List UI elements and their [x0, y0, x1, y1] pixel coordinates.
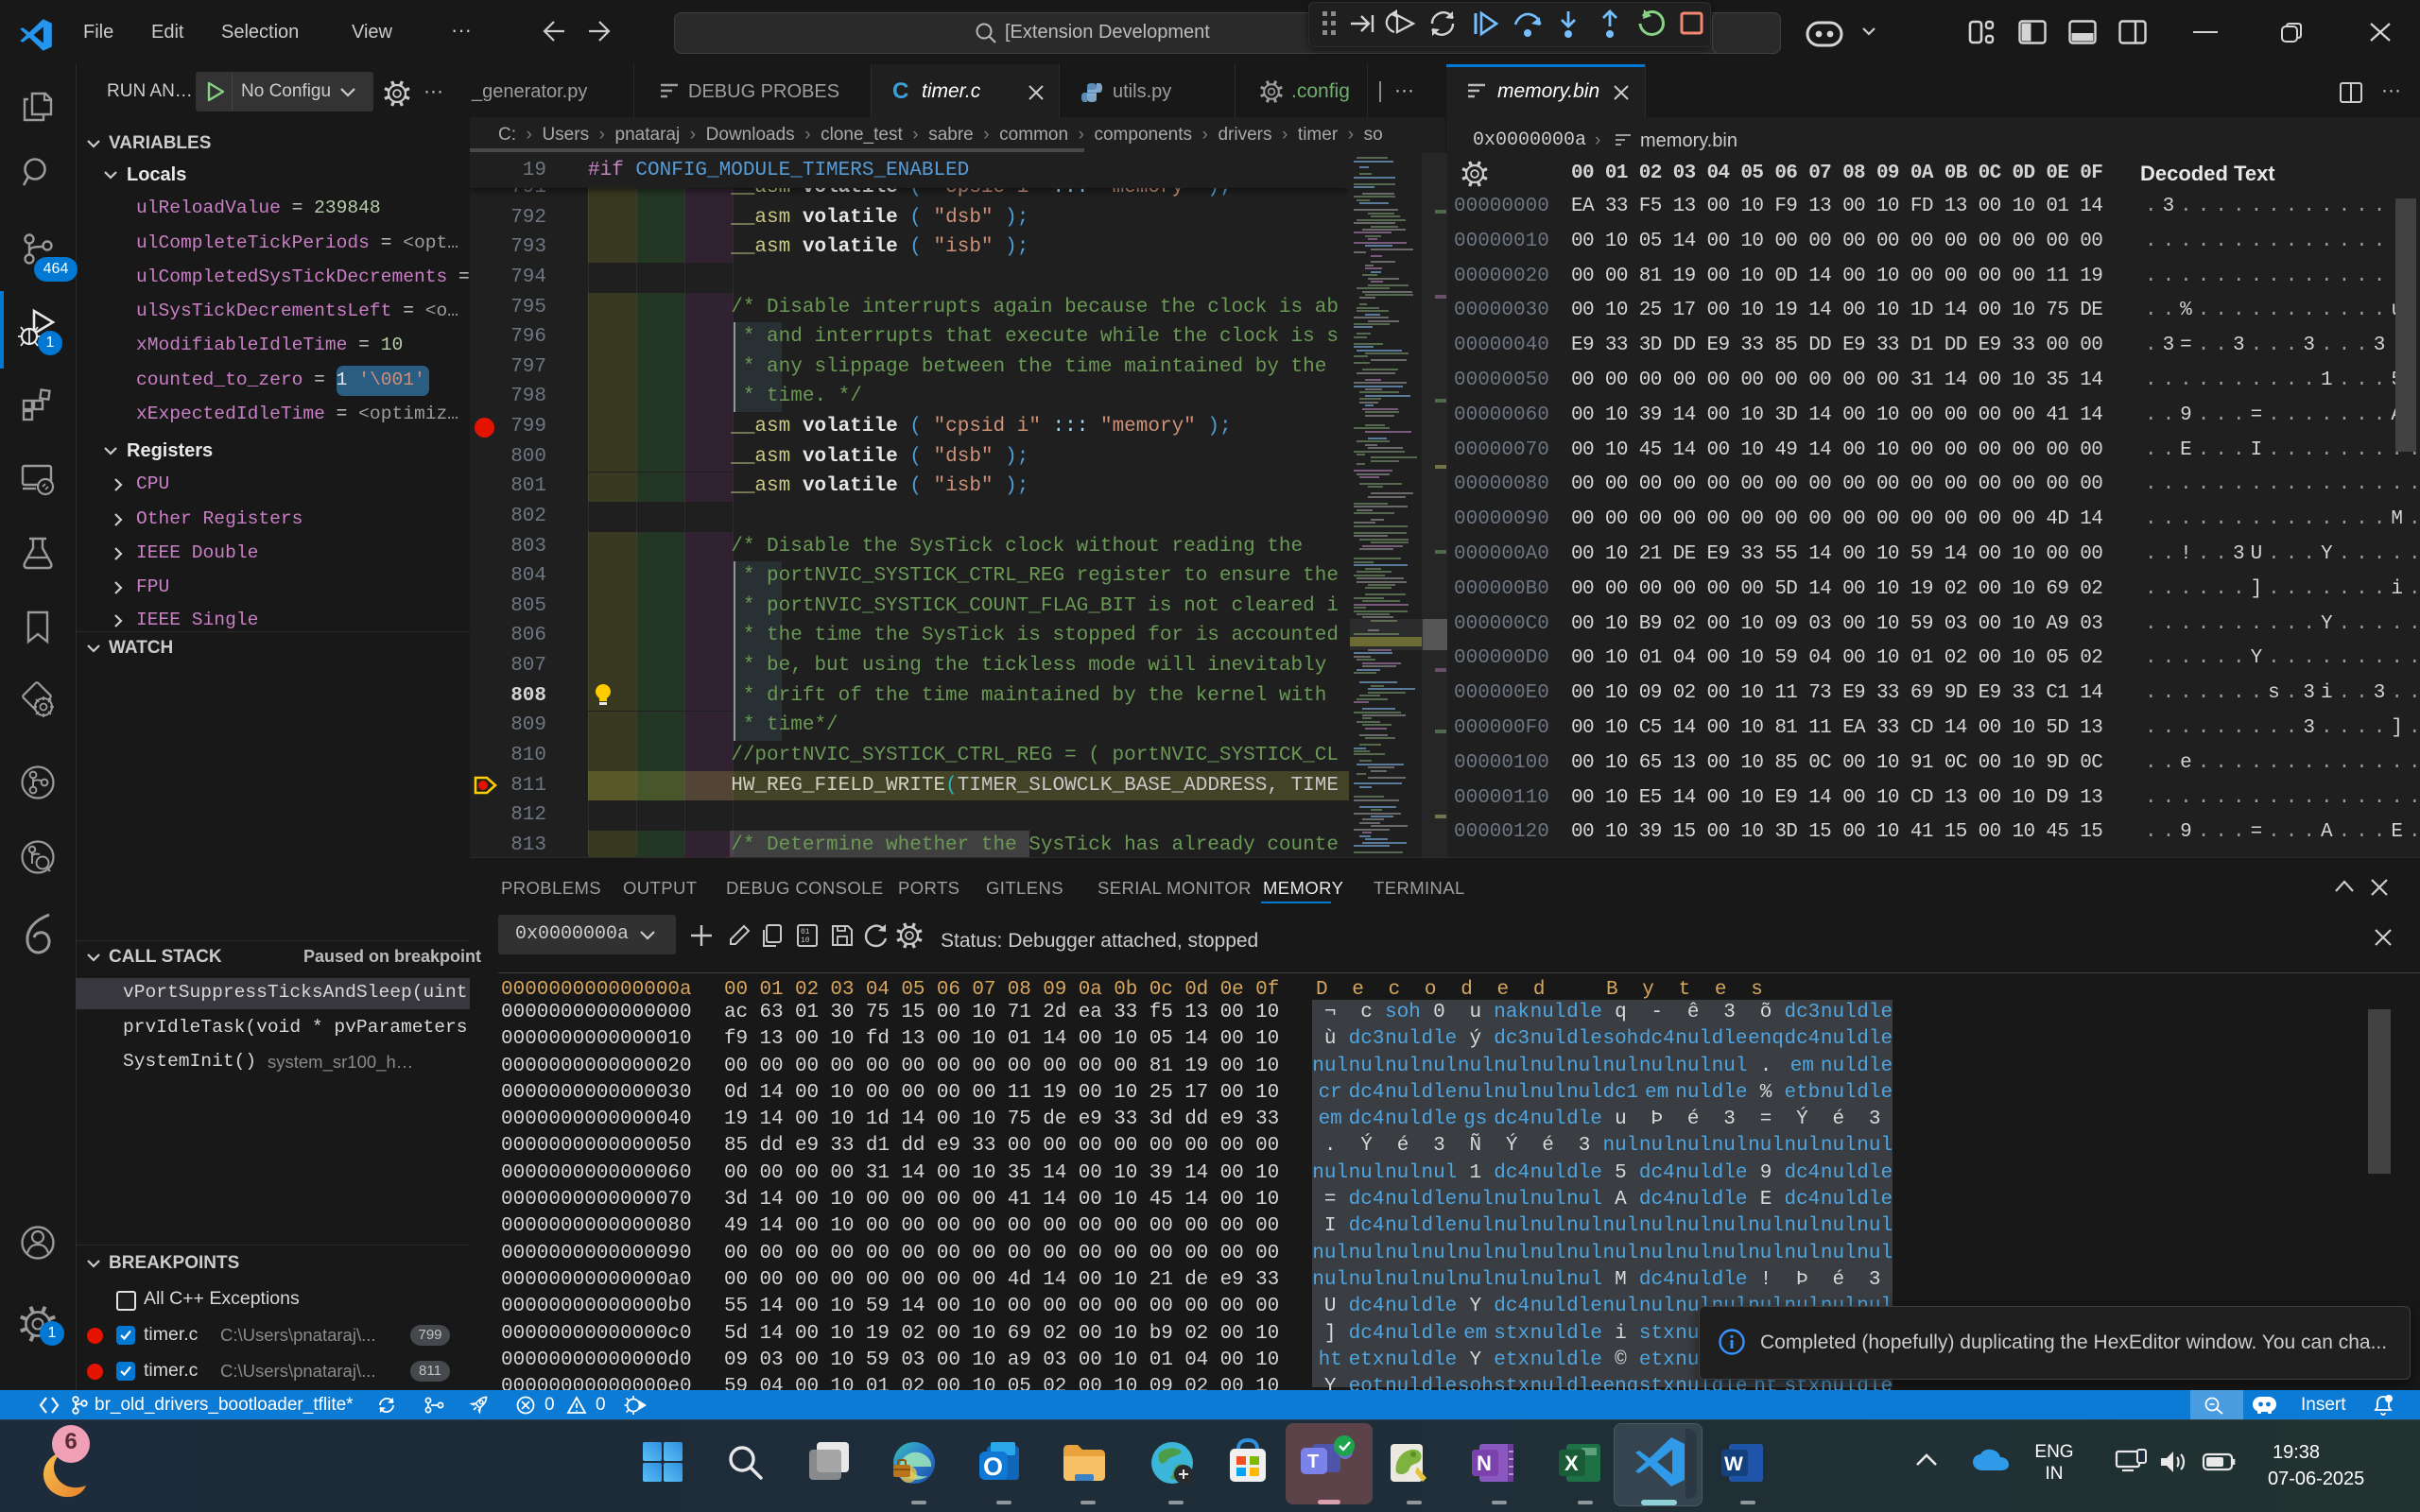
svg-text:01: 01	[801, 928, 810, 936]
svg-text:N: N	[1477, 1452, 1492, 1475]
svg-text:W: W	[1724, 1453, 1743, 1475]
svg-text:T: T	[1307, 1452, 1319, 1472]
svg-text:X: X	[1564, 1452, 1579, 1475]
svg-text:10: 10	[801, 936, 810, 945]
svg-text:O: O	[983, 1452, 1003, 1481]
